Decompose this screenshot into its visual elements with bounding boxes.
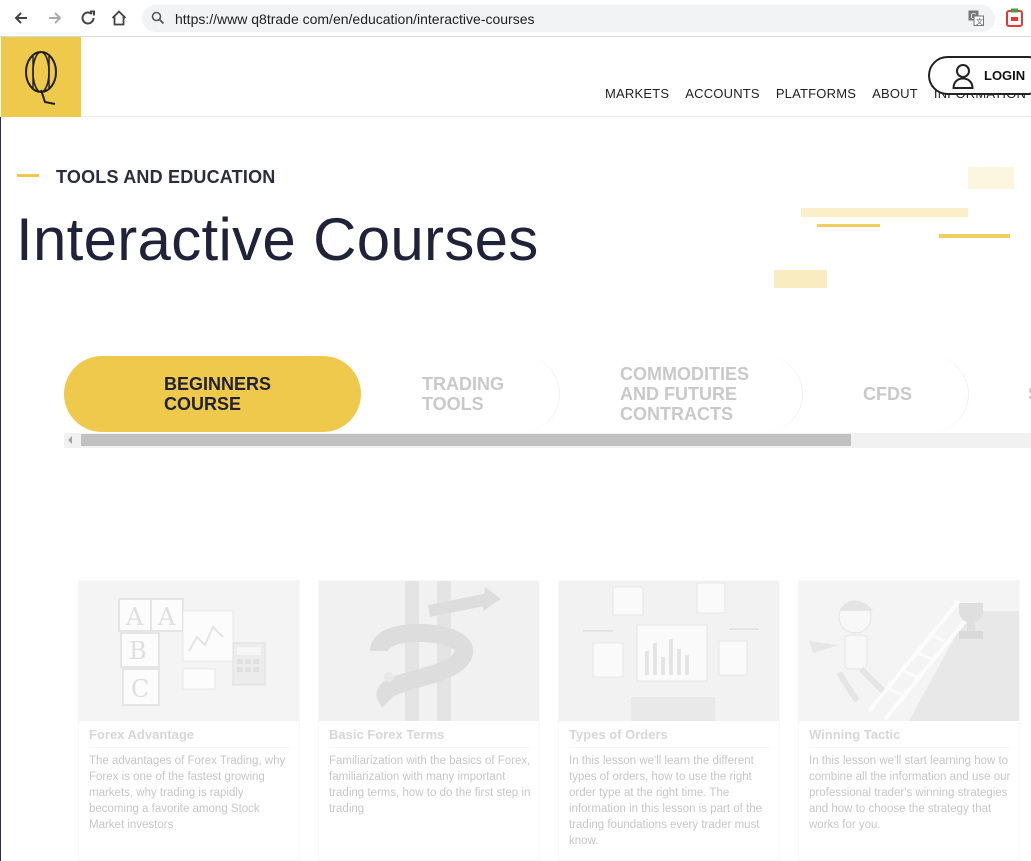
svg-text:A: A (157, 603, 176, 631)
trophy-ladder-illustration (799, 581, 1019, 721)
tab-trading-tools[interactable]: TRADING TOOLS (362, 356, 560, 432)
q-logo-icon (25, 51, 57, 105)
section-eyebrow: TOOLS AND EDUCATION (56, 167, 276, 187)
search-icon (151, 11, 165, 25)
address-bar[interactable]: https://www q8trade com/en/education/int… (142, 5, 995, 32)
site-header: MARKETS ACCOUNTS PLATFORMS ABOUT INFORMA… (0, 37, 1031, 117)
browser-toolbar: https://www q8trade com/en/education/int… (0, 0, 1031, 37)
translate-icon[interactable]: G 文 (968, 10, 984, 26)
user-icon (952, 63, 974, 89)
charts-dashboard-illustration (559, 581, 779, 721)
tab-label: COMMODITIES AND FUTURE CONTRACTS (620, 364, 749, 424)
svg-text:文: 文 (976, 17, 983, 26)
arrow-path-illustration (319, 581, 539, 721)
abc-blocks-illustration: A A B C (79, 581, 299, 721)
tab-commodities[interactable]: COMMODITIES AND FUTURE CONTRACTS (561, 356, 803, 432)
card-title: Winning Tactic (809, 727, 901, 742)
decor-bar (939, 234, 1010, 238)
tab-more[interactable]: S (970, 356, 1031, 432)
tab-beginners-course[interactable]: BEGINNERS COURSE (64, 356, 361, 432)
tabs-scrollbar[interactable] (64, 433, 1031, 448)
nav-about[interactable]: ABOUT (872, 86, 918, 101)
svg-text:C: C (131, 675, 149, 703)
tab-cfds[interactable]: CFDS (804, 356, 969, 432)
nav-platforms[interactable]: PLATFORMS (776, 86, 856, 101)
decor-bar (774, 270, 827, 288)
svg-text:B: B (129, 637, 147, 665)
login-label: LOGIN (984, 68, 1026, 83)
reload-icon[interactable] (76, 6, 100, 30)
scroll-left-arrow-icon[interactable] (68, 436, 72, 444)
home-icon[interactable] (107, 6, 131, 30)
brand-logo[interactable] (1, 37, 81, 117)
tab-label: BEGINNERS COURSE (164, 374, 272, 414)
extension-icon[interactable] (1006, 8, 1023, 27)
course-card[interactable]: Basic Forex Terms Familiarization with t… (318, 580, 540, 861)
nav-markets[interactable]: MARKETS (605, 86, 669, 101)
decor-bar (968, 167, 1014, 189)
forward-icon[interactable] (43, 6, 67, 30)
nav-accounts[interactable]: ACCOUNTS (685, 86, 760, 101)
decor-bar (801, 208, 968, 217)
course-tabs: BEGINNERS COURSE TRADING TOOLS COMMODITI… (64, 356, 1031, 434)
tab-label: TRADING TOOLS (422, 374, 504, 414)
svg-text:A: A (125, 603, 144, 631)
card-description: In this lesson we'll start learning how … (809, 755, 1011, 831)
page-title: Interactive Courses (16, 206, 539, 273)
course-card[interactable]: Types of Orders In this lesson we'll lea… (558, 580, 780, 861)
tab-label: CFDS (863, 384, 912, 404)
card-divider (329, 747, 529, 748)
course-card[interactable]: A A B C Forex Advantage The advantages o… (78, 580, 300, 861)
card-divider (809, 747, 1009, 748)
page-left-border (0, 37, 1, 861)
card-description: In this lesson we'll learn the different… (569, 755, 763, 847)
card-divider (569, 747, 769, 748)
back-icon[interactable] (9, 6, 33, 30)
eyebrow-accent-line (17, 174, 39, 177)
scrollbar-thumb[interactable] (81, 434, 851, 446)
card-title: Types of Orders (569, 727, 668, 742)
login-button[interactable]: LOGIN (928, 56, 1031, 95)
url-text: https://www q8trade com/en/education/int… (175, 11, 535, 27)
decor-bar (817, 224, 880, 227)
card-title: Forex Advantage (89, 727, 194, 742)
course-card[interactable]: Winning Tactic In this lesson we'll star… (798, 580, 1020, 861)
card-description: Familiarization with the basics of Forex… (329, 755, 531, 815)
card-title: Basic Forex Terms (329, 727, 445, 742)
card-description: The advantages of Forex Trading, why For… (89, 755, 286, 831)
card-divider (89, 747, 289, 748)
